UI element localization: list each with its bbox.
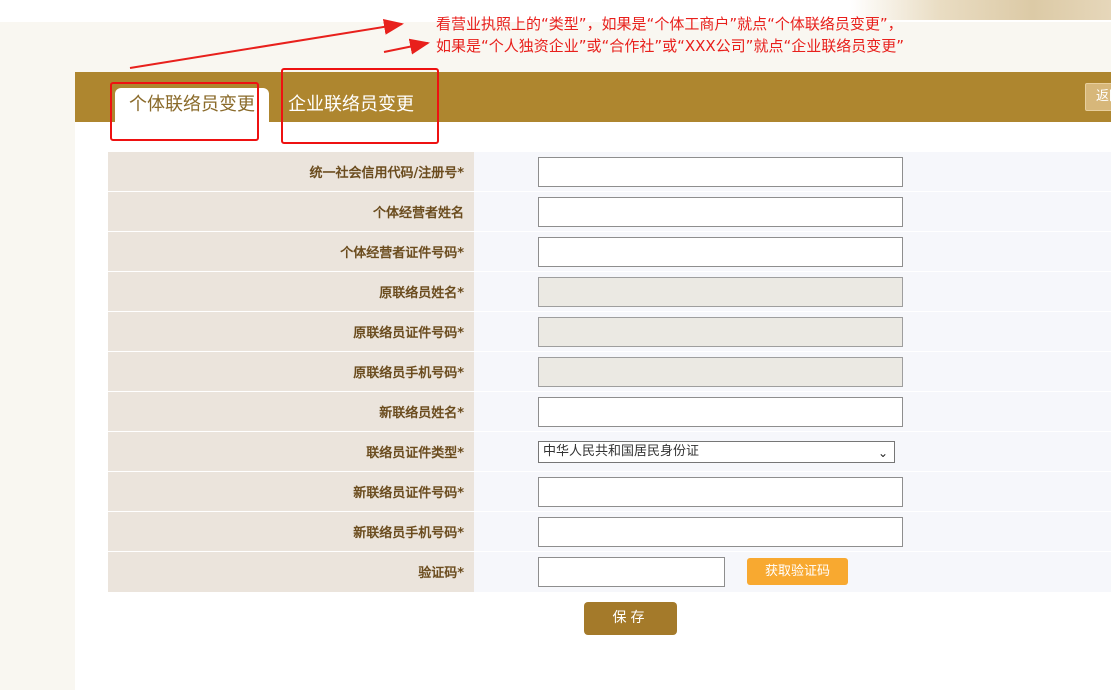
annotation-arrow-lower (383, 38, 430, 55)
new-liaison-phone-input[interactable] (538, 516, 903, 547)
field-label: 新联络员手机号码* (108, 511, 474, 552)
old-liaison-phone-input (538, 356, 903, 387)
operator-id-input[interactable] (538, 236, 903, 267)
form-panel: 个体联络员变更 企业联络员变更 返回 统一社会信用代码/注册号* 个体经营者姓名… (75, 72, 1111, 690)
id-type-select[interactable]: 中华人民共和国居民身份证 ⌄ (538, 440, 895, 463)
panel-header: 个体联络员变更 企业联络员变更 返回 (75, 72, 1111, 122)
annotation-text-line-2: 如果是“个人独资企业”或“合作社”或“XXX公司”就点“企业联络员变更” (436, 37, 904, 55)
form-row-operator-name: 个体经营者姓名 (108, 191, 1111, 232)
form-row-verification-code: 验证码* 获取验证码 (108, 551, 1111, 592)
tab-enterprise-liaison-change[interactable]: 企业联络员变更 (271, 88, 431, 122)
field-label: 统一社会信用代码/注册号* (108, 151, 474, 192)
back-button[interactable]: 返回 (1085, 83, 1111, 111)
form-row-old-liaison-id: 原联络员证件号码* (108, 311, 1111, 352)
new-liaison-id-input[interactable] (538, 476, 903, 507)
annotation-arrow-upper (129, 18, 404, 69)
save-button[interactable]: 保存 (584, 602, 677, 635)
form-row-id-type: 联络员证件类型* 中华人民共和国居民身份证 ⌄ (108, 431, 1111, 472)
field-label: 联络员证件类型* (108, 431, 474, 472)
field-label: 原联络员证件号码* (108, 311, 474, 352)
tab-individual-liaison-change[interactable]: 个体联络员变更 (115, 88, 269, 122)
form-row-old-liaison-name: 原联络员姓名* (108, 271, 1111, 312)
form-row-operator-id: 个体经营者证件号码* (108, 231, 1111, 272)
verification-code-input[interactable] (538, 556, 725, 587)
operator-name-input[interactable] (538, 196, 903, 227)
field-label: 验证码* (108, 551, 474, 592)
field-label: 个体经营者姓名 (108, 191, 474, 232)
chevron-down-icon: ⌄ (877, 445, 888, 460)
new-liaison-name-input[interactable] (538, 396, 903, 427)
old-liaison-name-input (538, 276, 903, 307)
id-type-selected-value: 中华人民共和国居民身份证 (543, 443, 700, 459)
field-label: 个体经营者证件号码* (108, 231, 474, 272)
verification-code-group: 获取验证码 (538, 556, 1111, 587)
form-row-old-liaison-phone: 原联络员手机号码* (108, 351, 1111, 392)
form-row-new-liaison-phone: 新联络员手机号码* (108, 511, 1111, 552)
form-row-new-liaison-id: 新联络员证件号码* (108, 471, 1111, 512)
liaison-change-form: 统一社会信用代码/注册号* 个体经营者姓名 个体经营者证件号码* 原联络员姓名*… (108, 151, 1111, 592)
field-label: 原联络员姓名* (108, 271, 474, 312)
field-label: 新联络员证件号码* (108, 471, 474, 512)
credit-code-input[interactable] (538, 156, 903, 187)
annotation-text-line-1: 看营业执照上的“类型”，如果是“个体工商户”就点“个体联络员变更”， (436, 15, 903, 33)
field-label: 新联络员姓名* (108, 391, 474, 432)
form-row-new-liaison-name: 新联络员姓名* (108, 391, 1111, 432)
get-verification-code-button[interactable]: 获取验证码 (747, 558, 848, 586)
field-label: 原联络员手机号码* (108, 351, 474, 392)
old-liaison-id-input (538, 316, 903, 347)
form-row-credit-code: 统一社会信用代码/注册号* (108, 151, 1111, 192)
